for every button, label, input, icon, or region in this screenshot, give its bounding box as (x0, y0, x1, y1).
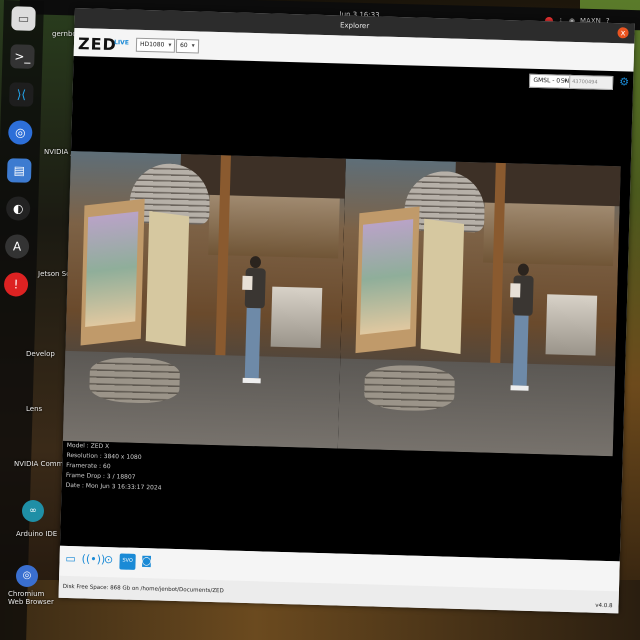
scene-railing (545, 294, 598, 356)
version-label: v4.0.8 (595, 602, 613, 610)
scene-poster (359, 219, 414, 335)
resolution-value: HD1080 (139, 40, 165, 49)
notes-icon[interactable]: ▤ (6, 158, 32, 183)
folder-icon[interactable]: ▭ (63, 552, 77, 566)
live-badge: LIVE (113, 39, 129, 47)
app-store-icon[interactable]: A (4, 234, 30, 259)
desktop-label-community[interactable]: NVIDIA Commu (14, 460, 68, 468)
scene-disc-base (363, 364, 456, 412)
disk-free-space: Disk Free Space: 868 Gb on /home/jenbot/… (62, 583, 224, 595)
gear-icon[interactable]: ⚙ (619, 75, 629, 88)
scene-person (507, 263, 535, 414)
scene-poster-board-2 (145, 211, 190, 347)
chevron-down-icon: ▾ (191, 42, 195, 50)
terminal-icon[interactable]: >_ (10, 44, 35, 69)
chromium-desktop-icon[interactable]: ◎ (16, 565, 38, 587)
obs-icon[interactable]: ◐ (5, 196, 31, 221)
desktop-label-develop[interactable]: Develop (26, 350, 55, 358)
fps-select[interactable]: 60 ▾ (175, 38, 199, 54)
right-camera-view (337, 158, 621, 457)
scene-railing (270, 286, 323, 348)
desktop-label-lens[interactable]: Lens (26, 405, 42, 413)
chromium-icon[interactable]: ◎ (7, 120, 33, 145)
files-icon[interactable]: ▭ (11, 6, 36, 31)
arduino-icon[interactable]: ∞ (22, 500, 44, 522)
scene-poster (85, 211, 139, 328)
fps-value: 60 (179, 41, 188, 50)
svo-icon[interactable]: SVO (119, 553, 136, 570)
vscode-icon[interactable]: ⟩⟨ (9, 82, 34, 107)
resolution-select[interactable]: HD1080 ▾ (135, 37, 176, 53)
scene-person (239, 255, 267, 407)
camera-viewport: ⟳ ID GMSL - 0▾ SN 43700494 ⚙ (59, 55, 634, 562)
camera-id-value: GMSL - 0 (533, 76, 561, 85)
scene-poster-board (80, 198, 145, 346)
sn-label: SN (560, 77, 570, 85)
chevron-down-icon: ▾ (168, 41, 172, 49)
explorer-window: Explorer x ZED LIVE HD1080▾ 60▾ ⟳ ID GMS… (58, 8, 635, 614)
desktop-label-arduino[interactable]: Arduino IDE (16, 530, 57, 538)
camera-snapshot-icon[interactable]: ◙ (139, 554, 153, 568)
left-camera-view (62, 150, 346, 449)
record-icon[interactable]: ⊙ (101, 553, 115, 567)
serial-number-field[interactable]: 43700494 (568, 74, 614, 91)
scene-poster-board (355, 206, 420, 354)
stream-icon[interactable]: ((•)) (81, 552, 105, 566)
scene-poster-board-2 (420, 218, 465, 355)
help-icon[interactable]: ! (3, 272, 29, 297)
scene-disc-base (89, 356, 181, 405)
zed-logo: ZED (77, 34, 118, 55)
desktop-label-chromium[interactable]: Chromium Web Browser (8, 590, 58, 606)
